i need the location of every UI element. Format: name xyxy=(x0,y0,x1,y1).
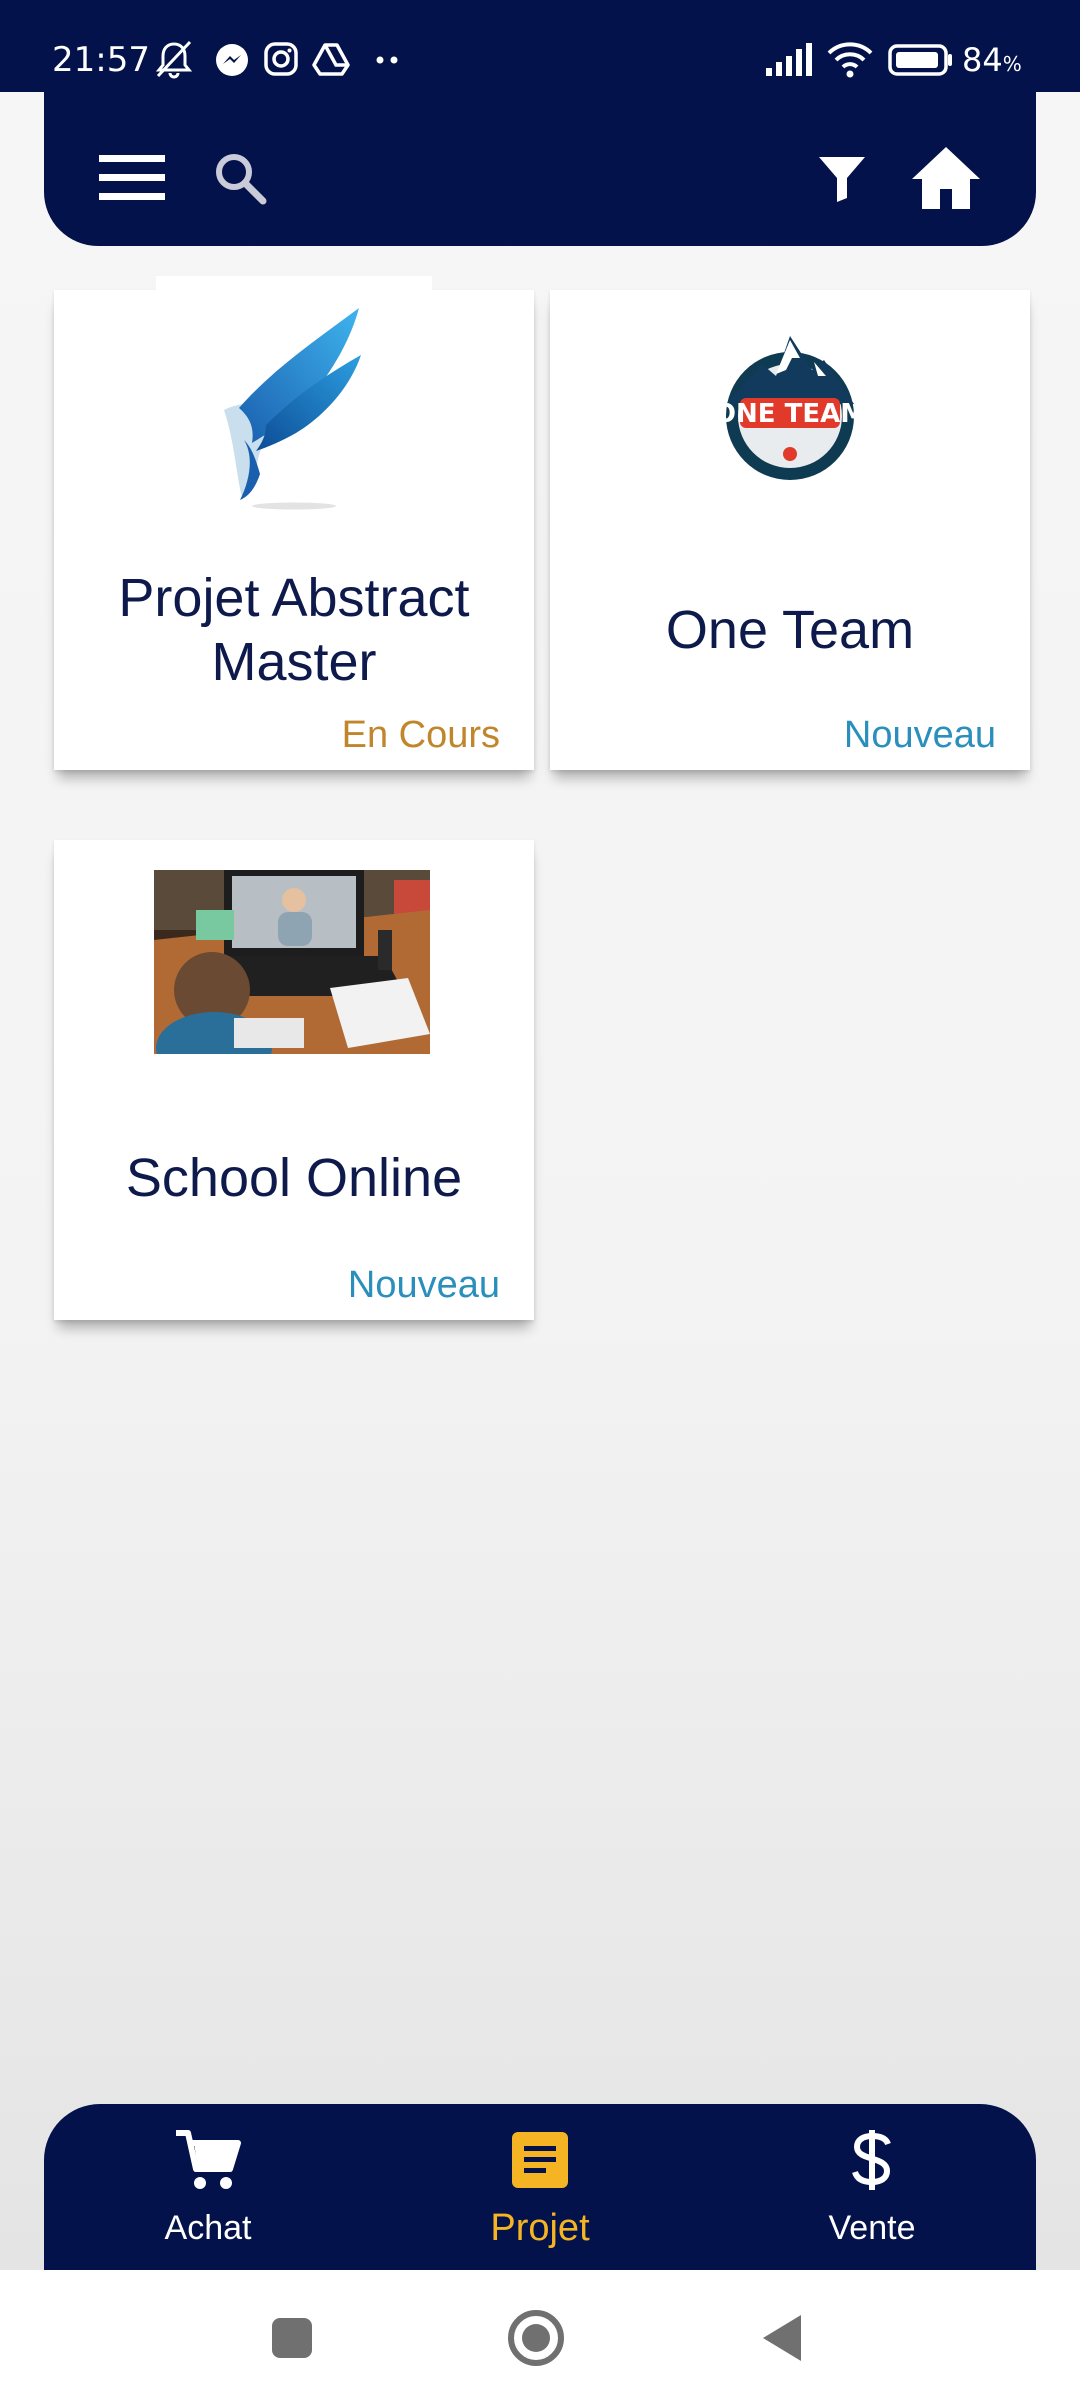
filter-button[interactable] xyxy=(802,138,882,218)
dollar-icon xyxy=(838,2126,906,2194)
menu-icon xyxy=(99,155,165,200)
project-card[interactable]: School Online Nouveau xyxy=(54,840,534,1320)
nav-tab-projet[interactable]: Projet xyxy=(440,2104,640,2270)
cart-icon xyxy=(174,2126,242,2194)
square-icon xyxy=(272,2318,312,2358)
status-bar: 21:57 84% xyxy=(0,0,1080,92)
back-button[interactable] xyxy=(752,2308,812,2368)
menu-button[interactable] xyxy=(92,138,172,218)
project-title: School Online xyxy=(125,1148,463,1208)
bell-off-icon xyxy=(152,40,196,84)
drive-icon xyxy=(312,40,350,82)
instagram-icon xyxy=(262,40,300,82)
wifi-icon xyxy=(826,40,874,84)
blue-eagle-logo xyxy=(204,300,384,520)
home-nav-button[interactable] xyxy=(506,2308,566,2368)
nav-label: Projet xyxy=(490,2207,590,2249)
nav-tab-achat[interactable]: Achat xyxy=(108,2104,308,2270)
app-bar xyxy=(44,92,1036,246)
project-card[interactable]: Projet Abstract Master En Cours xyxy=(54,276,534,770)
search-button[interactable] xyxy=(200,138,280,218)
one-team-badge-logo: ONE TEAM xyxy=(714,334,866,480)
battery-icon xyxy=(888,40,954,84)
nav-tab-vente[interactable]: Vente xyxy=(772,2104,972,2270)
project-status: En Cours xyxy=(341,714,500,756)
home-button[interactable] xyxy=(906,138,986,218)
circle-icon xyxy=(508,2310,564,2366)
filter-icon xyxy=(819,157,865,202)
battery-percent: 84% xyxy=(962,41,1022,79)
more-dots-icon xyxy=(374,40,404,84)
search-icon xyxy=(216,154,267,205)
nav-label: Achat xyxy=(164,2209,252,2247)
project-card[interactable]: ONE TEAM One Team Nouveau xyxy=(550,290,1030,770)
project-status: Nouveau xyxy=(843,714,996,756)
bottom-navigation: Achat Projet Vente xyxy=(44,2104,1036,2270)
project-title: Projet Abstract Master xyxy=(118,568,470,692)
recents-button[interactable] xyxy=(262,2308,322,2368)
document-icon xyxy=(506,2126,574,2194)
signal-icon xyxy=(764,40,814,84)
messenger-icon xyxy=(212,40,252,84)
status-time: 21:57 xyxy=(52,40,150,80)
system-navigation-bar xyxy=(0,2270,1080,2400)
home-icon xyxy=(912,147,980,209)
back-triangle-icon xyxy=(763,2315,801,2361)
project-title: One Team xyxy=(665,600,915,660)
project-status: Nouveau xyxy=(347,1264,500,1306)
nav-label: Vente xyxy=(828,2209,916,2247)
one-team-badge-text: ONE TEAM xyxy=(718,399,862,429)
child-online-class-photo xyxy=(154,870,430,1054)
